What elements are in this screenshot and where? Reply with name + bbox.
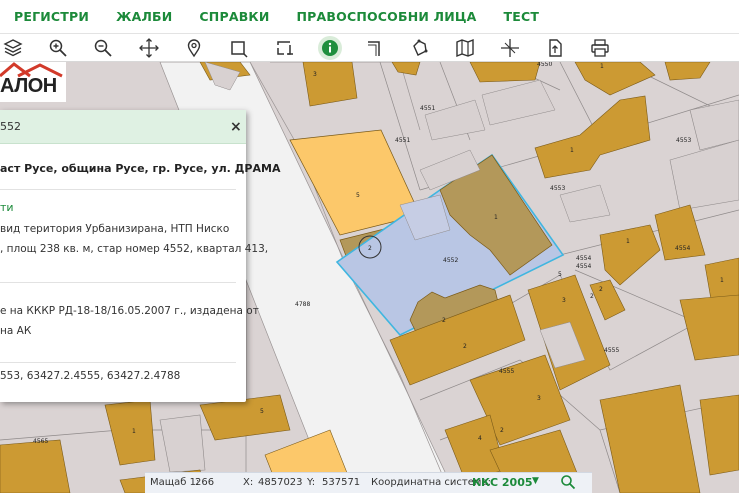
map-label: 4550 (537, 62, 552, 68)
crs-select[interactable]: ККС 2005 (472, 476, 533, 489)
location-pin-icon[interactable] (182, 36, 206, 60)
details-link[interactable]: ти (0, 201, 14, 214)
zoom-in-icon[interactable] (46, 36, 70, 60)
map-label: 2 (442, 317, 446, 324)
scale-label: Мащаб 1: (150, 477, 200, 488)
map-label: 4554 (576, 263, 591, 270)
chevron-down-icon[interactable]: ▼ (532, 476, 539, 486)
zoom-out-icon[interactable] (91, 36, 115, 60)
menu-registers[interactable]: РЕГИСТРИ (14, 9, 89, 24)
map-label: 4 (478, 435, 482, 442)
divider (0, 189, 236, 190)
x-value: 4857023 (258, 477, 303, 488)
panel-header: 552 × (0, 110, 246, 144)
logo-text: АЛОН (0, 75, 57, 97)
select-rect-icon[interactable] (227, 36, 251, 60)
y-value: 537571 (322, 477, 361, 488)
layers-icon[interactable] (1, 36, 25, 60)
map-label: 2 (368, 245, 372, 252)
parcel-description: вид територия Урбанизирана, НТП Ниско , … (0, 223, 269, 255)
map-label: 1 (720, 277, 724, 284)
map-label: 1 (570, 147, 574, 154)
svg-text:4554: 4554 (576, 255, 591, 262)
menu-complaints[interactable]: ЖАЛБИ (116, 9, 172, 24)
order-info: е на КККР РД-18-18/16.05.2007 г., издаде… (0, 305, 259, 337)
map-label: 1 (494, 214, 498, 221)
y-label: Y: (307, 477, 316, 488)
draw-polygon-icon[interactable] (408, 36, 432, 60)
map-label: 2 (463, 343, 467, 350)
map-label: 3 (313, 71, 317, 78)
menu-legal-entities[interactable]: ПРАВОСПОСОБНИ ЛИЦА (297, 9, 477, 24)
map-label: 2 (500, 427, 504, 434)
svg-text:4551: 4551 (420, 105, 435, 112)
map-label: 2 (599, 286, 603, 293)
scale-value[interactable]: 266 (195, 477, 214, 488)
pan-icon[interactable] (137, 36, 161, 60)
divider (0, 362, 236, 363)
app-window: РЕГИСТРИ ЖАЛБИ СПРАВКИ ПРАВОСПОСОБНИ ЛИЦ… (0, 0, 739, 493)
export-icon[interactable] (543, 36, 567, 60)
street-label: 4788 (295, 301, 310, 308)
map-label: 5 (356, 192, 360, 199)
map-label: 5 (558, 271, 562, 278)
x-label: X: (243, 477, 254, 488)
svg-text:4553: 4553 (550, 185, 565, 192)
divider (0, 282, 236, 283)
map-label: 4551 (395, 137, 410, 144)
map-label: 4565 (33, 438, 48, 445)
measure-angle-icon[interactable] (363, 36, 387, 60)
select-rect-alt-icon[interactable] (273, 36, 297, 60)
map-label: 1 (132, 428, 136, 435)
map-icon[interactable] (453, 36, 477, 60)
info-icon[interactable] (318, 36, 342, 60)
map-label: 3 (537, 395, 541, 402)
map-label: 3 (562, 297, 566, 304)
top-menu: РЕГИСТРИ ЖАЛБИ СПРАВКИ ПРАВОСПОСОБНИ ЛИЦ… (0, 0, 739, 34)
parcel-address: аст Русе, община Русе, гр. Русе, ул. ДРА… (0, 162, 281, 175)
panel-title: 552 (0, 120, 21, 133)
status-bar: Мащаб 1: 266 X: 4857023 Y: 537571 Коорди… (145, 472, 592, 493)
map-label: 4555 (604, 347, 619, 354)
map-label: 5 (260, 408, 264, 415)
logo: АЛОН (0, 62, 66, 102)
map-label: 1 (626, 238, 630, 245)
neighbour-parcels: 553, 63427.2.4555, 63427.2.4788 (0, 370, 181, 382)
menu-reports[interactable]: СПРАВКИ (199, 9, 269, 24)
map-label: 4555 (499, 368, 514, 375)
map-label: 4552 (443, 257, 458, 264)
svg-text:4554: 4554 (675, 245, 690, 252)
crosshair-icon[interactable] (498, 36, 522, 60)
search-icon[interactable] (560, 474, 576, 493)
map-label: 1 (600, 63, 604, 70)
map-label: 4553 (676, 137, 691, 144)
menu-test[interactable]: ТЕСТ (504, 9, 540, 24)
map-label: 2 (590, 293, 594, 300)
close-icon[interactable]: × (230, 119, 242, 135)
parcel-info-panel: 552 × аст Русе, община Русе, гр. Русе, у… (0, 110, 280, 402)
map-toolbar (0, 34, 739, 62)
print-icon[interactable] (588, 36, 612, 60)
